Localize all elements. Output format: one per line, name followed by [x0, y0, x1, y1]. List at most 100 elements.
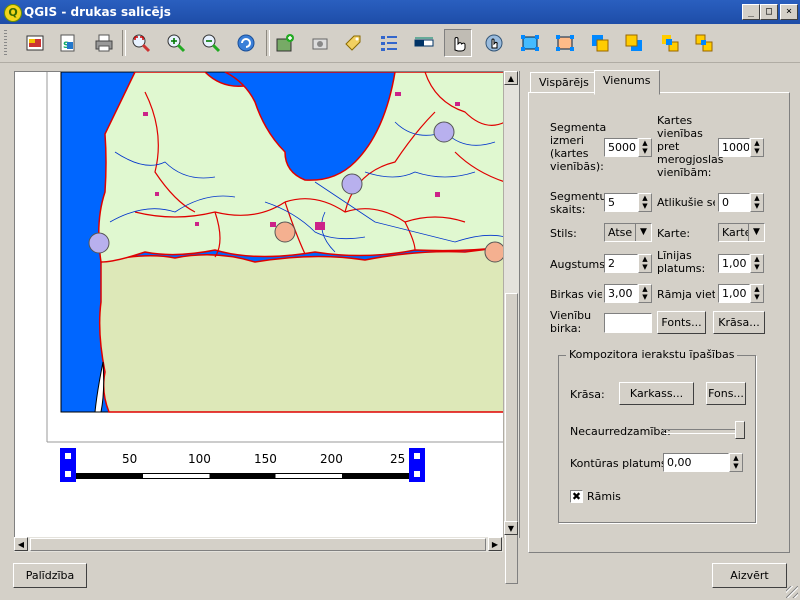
chevron-down-icon: ▼ [635, 224, 651, 241]
raise-icon[interactable] [586, 29, 614, 57]
composer-toolbar: S [0, 24, 800, 63]
city-marker [433, 121, 455, 143]
style-label: Stils: [550, 227, 577, 240]
opacity-slider-track[interactable] [663, 429, 745, 434]
height-label: Augstums [550, 258, 605, 271]
frame-color-label: Krāsa: [570, 388, 605, 401]
line-width-field[interactable]: 1,00 [718, 254, 750, 273]
send-bottom-icon[interactable] [690, 29, 718, 57]
zoom-full-icon[interactable] [127, 29, 155, 57]
unit-label-label: Vienību birka: [550, 309, 592, 335]
move-content-icon[interactable] [480, 29, 508, 57]
print-icon[interactable] [90, 29, 118, 57]
vertical-scroll-thumb[interactable] [505, 293, 518, 584]
line-width-label: Līnijas platums: [657, 249, 706, 275]
height-field[interactable]: 2 [604, 254, 638, 273]
close-window-button[interactable]: × [780, 4, 798, 20]
box-space-label: Rāmja vieta [657, 288, 715, 301]
horizontal-scrollbar[interactable]: ◀ ▶ [14, 537, 503, 552]
style-value: Atse [608, 226, 633, 239]
map-dropdown[interactable]: Karte ▼ [718, 223, 765, 242]
segment-size-label: Segmenta izmeri (kartes vienībās): [550, 121, 607, 173]
scalebar-tick-label: 200 [320, 452, 343, 466]
style-dropdown[interactable]: Atse ▼ [604, 223, 652, 242]
ungroup-icon[interactable] [551, 29, 579, 57]
segments-field[interactable]: 5 [604, 193, 638, 212]
city-marker [88, 232, 110, 254]
map-label: Karte: [657, 227, 691, 240]
group-icon[interactable] [516, 29, 544, 57]
color-button[interactable]: Krāsa... [713, 311, 765, 334]
city-marker [341, 173, 363, 195]
height-spinner[interactable]: ▲ ▼ [638, 254, 652, 273]
add-map-icon[interactable] [21, 29, 49, 57]
add-label-icon[interactable] [339, 29, 367, 57]
map-units-label: Kartes vienības pret merogjoslas vienībā… [657, 114, 724, 179]
scroll-down-icon[interactable]: ▼ [504, 521, 518, 535]
unit-label-field[interactable] [604, 313, 652, 333]
resize-grip[interactable] [786, 586, 798, 598]
frame-checkbox[interactable]: ✖ [570, 490, 583, 503]
window-title: QGIS - drukas salicējs [24, 5, 171, 19]
font-button[interactable]: Fonts... [657, 311, 706, 334]
refresh-icon[interactable] [232, 29, 260, 57]
toolbar-separator [266, 30, 270, 56]
foreign-territory [98, 246, 506, 413]
scalebar[interactable]: 50 100 150 200 25 [60, 448, 425, 482]
scalebar-tick-label: 25 [390, 452, 406, 466]
outline-width-field[interactable]: 0,00 [663, 453, 729, 472]
select-move-icon[interactable] [444, 29, 472, 57]
outline-width-label: Kontūras platums [570, 457, 667, 470]
line-width-spinner[interactable]: ▲ ▼ [750, 254, 764, 273]
toolbar-separator [122, 30, 126, 56]
maximize-button[interactable]: □ [760, 4, 778, 20]
segment-size-spinner[interactable]: ▲ ▼ [638, 138, 652, 157]
city-marker [484, 241, 506, 263]
chevron-down-icon: ▼ [748, 224, 764, 241]
minimize-button[interactable]: _ [742, 4, 760, 20]
box-space-spinner[interactable]: ▲ ▼ [750, 284, 764, 303]
label-space-spinner[interactable]: ▲ ▼ [638, 284, 652, 303]
tab-item[interactable]: Vienums [594, 70, 660, 95]
outline-width-spinner[interactable]: ▲ ▼ [729, 453, 743, 472]
zoom-in-icon[interactable] [162, 29, 190, 57]
help-button[interactable]: Palīdzība [13, 563, 87, 588]
scroll-up-icon[interactable]: ▲ [504, 71, 518, 85]
export-svg-icon[interactable]: S [53, 29, 81, 57]
scalebar-tick-label: 50 [122, 452, 138, 466]
map-units-spinner[interactable]: ▲ ▼ [750, 138, 764, 157]
box-space-field[interactable]: 1,00 [718, 284, 750, 303]
remaining-segments-spinner[interactable]: ▲ ▼ [750, 193, 764, 212]
add-scalebar-icon[interactable] [410, 29, 438, 57]
toolbar-grip[interactable] [4, 30, 7, 56]
qgis-logo-icon: Q [4, 4, 22, 22]
background-color-button[interactable]: Fons... [706, 382, 746, 405]
tab-general[interactable]: Vispārējs [530, 72, 598, 94]
opacity-label: Necaurredzamība: [570, 425, 671, 438]
composer-canvas[interactable]: 50 100 150 200 25 [14, 71, 520, 538]
horizontal-scroll-thumb[interactable] [30, 538, 486, 551]
zoom-out-icon[interactable] [197, 29, 225, 57]
map-units-field[interactable]: 1000 [718, 138, 750, 157]
bring-top-icon[interactable] [656, 29, 684, 57]
add-legend-icon[interactable] [375, 29, 403, 57]
scroll-right-icon[interactable]: ▶ [488, 537, 502, 551]
segment-size-field[interactable]: 5000 [604, 138, 638, 157]
frame-color-button[interactable]: Karkass... [619, 382, 694, 405]
scalebar-tick-label: 100 [188, 452, 211, 466]
label-space-label: Birkas viet [550, 288, 602, 301]
opacity-slider-thumb[interactable] [735, 421, 745, 439]
title-bar: Q QGIS - drukas salicējs _ □ × [0, 0, 800, 24]
map-value: Karte [722, 226, 752, 239]
segments-spinner[interactable]: ▲ ▼ [638, 193, 652, 212]
city-marker [274, 221, 296, 243]
close-button[interactable]: Aizvērt [712, 563, 787, 588]
vertical-scrollbar[interactable]: ▲ ▼ [503, 71, 519, 584]
label-space-field[interactable]: 3,00 [604, 284, 638, 303]
remaining-segments-label: Atlikušie se [657, 196, 715, 209]
add-image-icon[interactable] [306, 29, 334, 57]
add-new-map-icon[interactable] [271, 29, 299, 57]
scroll-left-icon[interactable]: ◀ [14, 537, 28, 551]
lower-icon[interactable] [620, 29, 648, 57]
remaining-segments-field[interactable]: 0 [718, 193, 750, 212]
